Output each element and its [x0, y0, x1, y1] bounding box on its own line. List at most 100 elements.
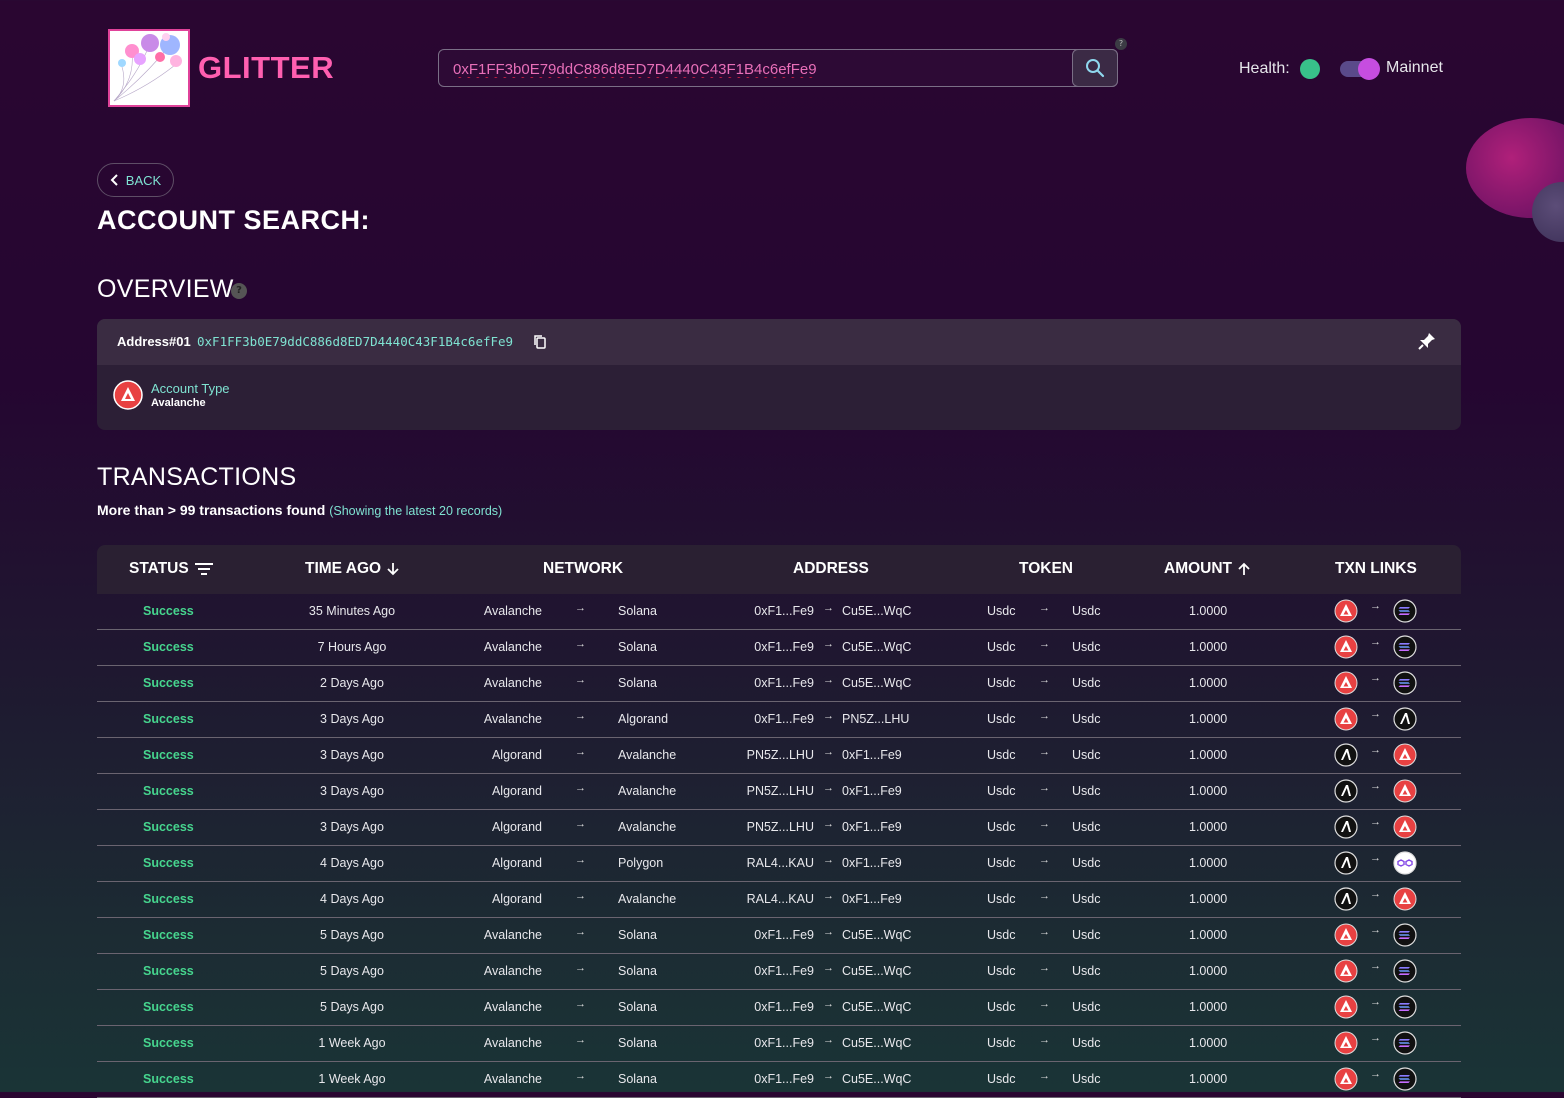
avalanche-icon[interactable]	[1334, 707, 1358, 731]
pin-icon[interactable]	[1417, 331, 1437, 355]
avalanche-icon[interactable]	[1334, 923, 1358, 947]
address-value[interactable]: 0xF1FF3b0E79ddC886d8ED7D4440C43F1B4c6efF…	[197, 334, 513, 349]
to-address-cell[interactable]: Cu5E...WqC	[842, 1036, 911, 1050]
search-button[interactable]	[1072, 49, 1118, 87]
to-network-cell: Algorand	[618, 712, 669, 726]
to-address-cell[interactable]: Cu5E...WqC	[842, 1000, 911, 1014]
solana-icon[interactable]	[1393, 599, 1417, 623]
avalanche-icon[interactable]	[1334, 959, 1358, 983]
column-status[interactable]: STATUS	[129, 560, 213, 578]
table-row[interactable]: Success 3 Days Ago Algorand → Avalanche PN5Z.…	[97, 774, 1461, 810]
from-address-cell[interactable]: 0xF1...Fe9	[754, 928, 814, 942]
to-address-cell[interactable]: 0xF1...Fe9	[842, 856, 902, 870]
back-button[interactable]: BACK	[97, 163, 174, 197]
avalanche-icon[interactable]	[1393, 743, 1417, 767]
from-address-cell[interactable]: 0xF1...Fe9	[754, 964, 814, 978]
to-address-cell[interactable]: PN5Z...LHU	[842, 712, 909, 726]
to-address-cell[interactable]: Cu5E...WqC	[842, 676, 911, 690]
solana-icon[interactable]	[1393, 1031, 1417, 1055]
table-row[interactable]: Success 1 Week Ago Avalanche → Solana 0xF1...…	[97, 1062, 1461, 1098]
table-row[interactable]: Success 5 Days Ago Avalanche → Solana 0xF1...…	[97, 954, 1461, 990]
table-row[interactable]: Success 5 Days Ago Avalanche → Solana 0xF1...…	[97, 918, 1461, 954]
table-row[interactable]: Success 3 Days Ago Avalanche → Algorand 0xF1.…	[97, 702, 1461, 738]
arrow-up-icon[interactable]	[1238, 562, 1250, 576]
table-row[interactable]: Success 35 Minutes Ago Avalanche → Solana 0xF…	[97, 594, 1461, 630]
algorand-icon[interactable]	[1334, 851, 1358, 875]
solana-icon[interactable]	[1393, 995, 1417, 1019]
from-address-cell[interactable]: 0xF1...Fe9	[754, 604, 814, 618]
algorand-icon[interactable]	[1393, 707, 1417, 731]
to-address-cell[interactable]: 0xF1...Fe9	[842, 820, 902, 834]
from-address-cell[interactable]: PN5Z...LHU	[747, 820, 814, 834]
solana-icon[interactable]	[1393, 1067, 1417, 1091]
arrow-right-icon: →	[1039, 818, 1050, 830]
amount-cell: 1.0000	[1189, 604, 1228, 618]
glitter-logo[interactable]	[108, 29, 190, 107]
column-time-ago[interactable]: TIME AGO	[305, 560, 399, 578]
avalanche-icon[interactable]	[1393, 815, 1417, 839]
algorand-icon[interactable]	[1334, 887, 1358, 911]
arrow-right-icon: →	[823, 710, 834, 722]
overview-help-icon[interactable]: ?	[231, 283, 247, 299]
table-row[interactable]: Success 3 Days Ago Algorand → Avalanche PN5Z.…	[97, 810, 1461, 846]
to-address-cell[interactable]: 0xF1...Fe9	[842, 748, 902, 762]
column-amount-label: AMOUNT	[1164, 560, 1233, 577]
avalanche-icon[interactable]	[1393, 779, 1417, 803]
from-token-cell: Usdc	[987, 892, 1016, 906]
avalanche-icon[interactable]	[1334, 995, 1358, 1019]
algorand-icon[interactable]	[1334, 779, 1358, 803]
to-address-cell[interactable]: Cu5E...WqC	[842, 640, 911, 654]
from-address-cell[interactable]: 0xF1...Fe9	[754, 1000, 814, 1014]
from-address-cell[interactable]: 0xF1...Fe9	[754, 1036, 814, 1050]
from-token-cell: Usdc	[987, 856, 1016, 870]
from-network-cell: Algorand	[491, 892, 542, 906]
from-address-cell[interactable]: PN5Z...LHU	[747, 784, 814, 798]
solana-icon[interactable]	[1393, 671, 1417, 695]
from-address-cell[interactable]: 0xF1...Fe9	[754, 676, 814, 690]
search-help-icon[interactable]: ?	[1115, 38, 1127, 50]
to-address-cell[interactable]: Cu5E...WqC	[842, 964, 911, 978]
solana-icon[interactable]	[1393, 635, 1417, 659]
from-address-cell[interactable]: PN5Z...LHU	[747, 748, 814, 762]
from-address-cell[interactable]: 0xF1...Fe9	[754, 640, 814, 654]
chevron-left-icon	[110, 174, 118, 186]
algorand-icon[interactable]	[1334, 743, 1358, 767]
to-network-cell: Solana	[618, 1036, 657, 1050]
to-address-cell[interactable]: Cu5E...WqC	[842, 928, 911, 942]
copy-icon[interactable]	[533, 334, 547, 354]
arrow-right-icon: →	[1370, 1032, 1381, 1044]
table-row[interactable]: Success 3 Days Ago Algorand → Avalanche PN5Z.…	[97, 738, 1461, 774]
arrow-down-icon[interactable]	[387, 562, 399, 576]
table-row[interactable]: Success 5 Days Ago Avalanche → Solana 0xF1...…	[97, 990, 1461, 1026]
solana-icon[interactable]	[1393, 923, 1417, 947]
avalanche-icon[interactable]	[1393, 887, 1417, 911]
to-address-cell[interactable]: 0xF1...Fe9	[842, 892, 902, 906]
search-input[interactable]	[453, 58, 1053, 80]
from-address-cell[interactable]: RAL4...KAU	[747, 892, 814, 906]
from-address-cell[interactable]: 0xF1...Fe9	[754, 712, 814, 726]
algorand-icon[interactable]	[1334, 815, 1358, 839]
from-address-cell[interactable]: RAL4...KAU	[747, 856, 814, 870]
avalanche-icon[interactable]	[1334, 671, 1358, 695]
polygon-icon[interactable]	[1393, 851, 1417, 875]
from-network-cell: Avalanche	[483, 604, 542, 618]
amount-cell: 1.0000	[1189, 784, 1228, 798]
table-row[interactable]: Success 4 Days Ago Algorand → Polygon RAL4...…	[97, 846, 1461, 882]
avalanche-icon[interactable]	[1334, 599, 1358, 623]
to-address-cell[interactable]: 0xF1...Fe9	[842, 784, 902, 798]
solana-icon[interactable]	[1393, 959, 1417, 983]
avalanche-icon[interactable]	[1334, 635, 1358, 659]
from-address-cell[interactable]: 0xF1...Fe9	[754, 1072, 814, 1086]
table-row[interactable]: Success 7 Hours Ago Avalanche → Solana 0xF1..…	[97, 630, 1461, 666]
avalanche-icon[interactable]	[1334, 1031, 1358, 1055]
to-address-cell[interactable]: Cu5E...WqC	[842, 604, 911, 618]
network-toggle[interactable]	[1340, 58, 1380, 80]
table-row[interactable]: Success 2 Days Ago Avalanche → Solana 0xF1...…	[97, 666, 1461, 702]
to-address-cell[interactable]: Cu5E...WqC	[842, 1072, 911, 1086]
filter-icon[interactable]	[194, 562, 213, 576]
table-row[interactable]: Success 1 Week Ago Avalanche → Solana 0xF1...…	[97, 1026, 1461, 1062]
column-amount[interactable]: AMOUNT	[1164, 560, 1250, 578]
table-row[interactable]: Success 4 Days Ago Algorand → Avalanche RAL4.…	[97, 882, 1461, 918]
column-address: ADDRESS	[793, 560, 869, 578]
avalanche-icon[interactable]	[1334, 1067, 1358, 1091]
